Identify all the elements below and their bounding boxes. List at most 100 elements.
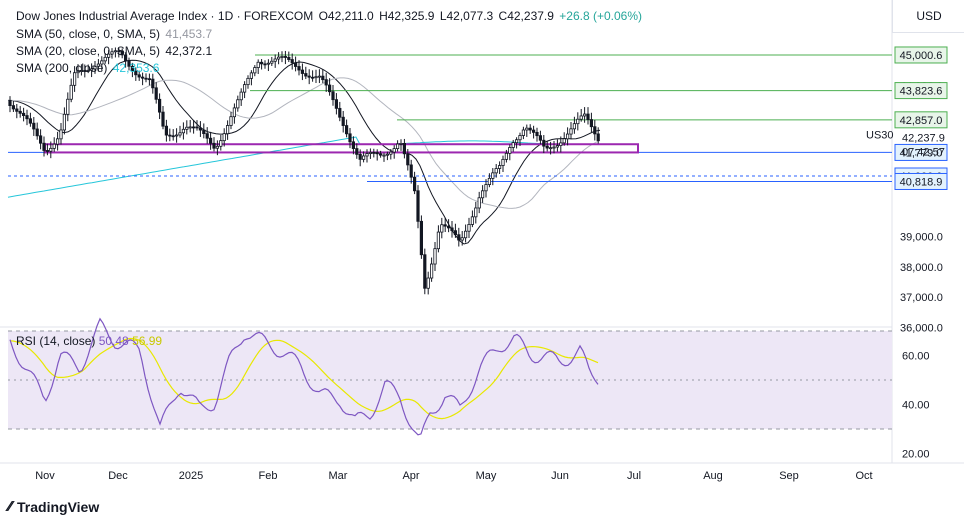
candle — [283, 50, 288, 65]
candle — [528, 124, 532, 134]
last-price-label: 42,237.9 — [902, 133, 945, 145]
time-tick-label: Sep — [779, 470, 799, 482]
candle — [497, 161, 502, 175]
candle — [525, 124, 529, 137]
candle — [538, 130, 543, 145]
candle — [161, 105, 165, 130]
candle — [344, 119, 349, 138]
rsi-tick-label: 60.00 — [902, 351, 930, 363]
candle — [368, 148, 373, 159]
candle — [375, 149, 379, 161]
candle — [392, 145, 396, 159]
candle — [477, 191, 481, 214]
candle — [409, 159, 413, 184]
candle — [423, 248, 427, 295]
candle — [457, 227, 461, 247]
svg-text:42,857.0: 42,857.0 — [900, 115, 943, 127]
candle — [154, 82, 158, 104]
candle — [21, 107, 26, 122]
candle — [487, 173, 492, 188]
candle — [545, 140, 549, 152]
candle — [535, 127, 539, 142]
candle — [25, 109, 29, 126]
level-price-label: 45,000.6 — [894, 46, 948, 64]
candle — [259, 59, 264, 70]
sma50-label: SMA (50, close, 0, SMA, 5) — [16, 27, 161, 41]
price-tick-label: 37,000.0 — [900, 292, 943, 304]
candle — [532, 125, 536, 139]
candle — [185, 120, 189, 135]
chart-title: Dow Jones Industrial Average Index · 1D … — [16, 9, 314, 23]
sma200-line — [7, 136, 601, 198]
candle — [168, 128, 172, 142]
candle — [270, 56, 274, 66]
candle — [66, 92, 70, 122]
candle — [416, 185, 420, 229]
time-tick-label: Apr — [402, 470, 419, 482]
candle — [586, 107, 590, 125]
sma50-legend: SMA (50, close, 0, SMA, 5) 41,453.7 — [16, 27, 214, 41]
candle — [341, 110, 345, 133]
time-tick-label: Jun — [551, 470, 569, 482]
level-price-label: 40,818.9 — [894, 172, 948, 190]
brand-name: TradingView — [17, 498, 100, 515]
price-tick-label: 36,000.0 — [900, 322, 943, 334]
candle — [317, 69, 322, 84]
candle — [35, 122, 39, 140]
time-tick-label: Dec — [108, 470, 128, 482]
sma50-line — [8, 77, 601, 209]
price-tick-label: 38,000.0 — [900, 262, 943, 274]
candle — [501, 155, 505, 173]
candle — [52, 137, 56, 152]
candle — [157, 93, 162, 120]
candle — [39, 129, 43, 150]
candle — [15, 104, 19, 119]
candle — [331, 85, 335, 106]
candle — [300, 63, 305, 81]
price-chart[interactable]: 36,000.037,000.038,000.039,000.044,000.0… — [0, 0, 964, 525]
candle — [181, 122, 185, 140]
candle — [178, 125, 182, 138]
candle — [198, 121, 202, 137]
candle — [419, 215, 424, 259]
candle — [164, 119, 168, 142]
candle — [205, 127, 209, 144]
candle — [566, 127, 570, 146]
candle — [56, 131, 60, 151]
rsi-ma-value: 56.99 — [132, 334, 163, 348]
candle — [188, 119, 192, 133]
candle — [436, 225, 441, 253]
candle — [467, 217, 471, 239]
candle — [440, 217, 444, 239]
candle — [324, 72, 328, 92]
candle — [266, 59, 271, 72]
time-tick-label: Mar — [329, 470, 348, 482]
candle — [256, 59, 260, 74]
candle — [589, 112, 594, 133]
candle — [338, 101, 342, 122]
candle — [508, 144, 512, 161]
level-price-label: 42,857.0 — [894, 111, 948, 129]
candle — [474, 201, 478, 224]
candle — [151, 73, 155, 94]
currency-label: USD — [916, 9, 942, 23]
candle — [147, 73, 151, 86]
candle — [225, 120, 230, 140]
candle — [45, 143, 50, 156]
change-value: +26.8 (+0.06%) — [559, 9, 643, 23]
currency-selector[interactable]: USD — [892, 0, 964, 33]
candle — [219, 134, 223, 151]
sma20-value: 42,372.1 — [165, 44, 213, 58]
candle — [242, 81, 247, 99]
candle — [365, 149, 369, 163]
close-value: C42,237.9 — [498, 9, 554, 23]
sma20-label: SMA (20, close, 0, SMA, 5) — [16, 44, 161, 58]
candle — [280, 51, 284, 63]
candle — [515, 137, 519, 149]
candle — [293, 56, 298, 72]
header-legend: Dow Jones Industrial Average Index · 1D … — [16, 9, 644, 23]
high-value: H42,325.9 — [379, 9, 435, 23]
candle — [429, 257, 434, 282]
rsi-value: 50.48 — [98, 334, 129, 348]
candle — [569, 122, 573, 140]
